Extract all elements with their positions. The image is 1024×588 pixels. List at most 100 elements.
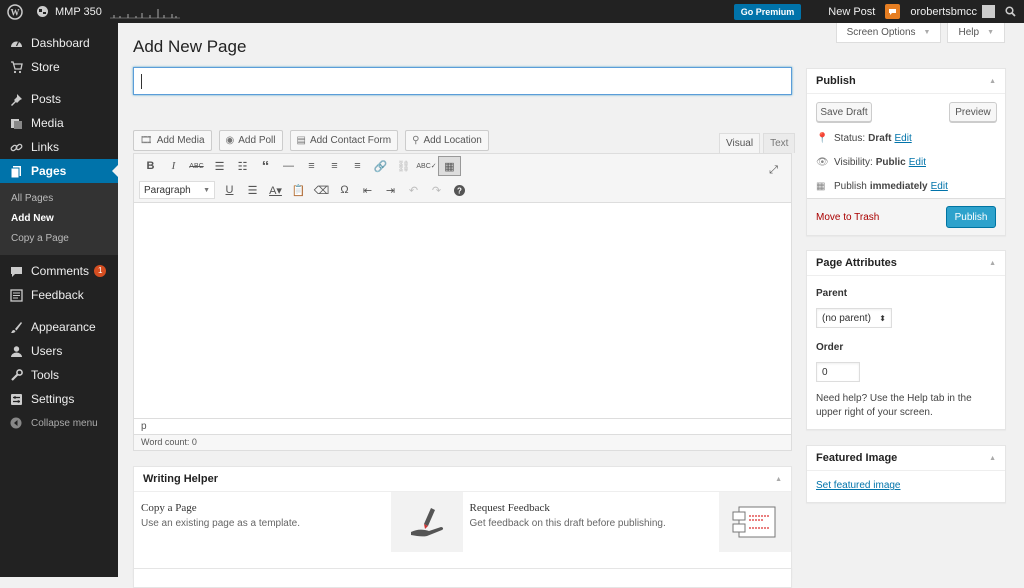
editor-body[interactable]: [134, 203, 791, 418]
add-poll-button[interactable]: ◉ Add Poll: [218, 130, 283, 151]
go-premium-button[interactable]: Go Premium: [733, 3, 802, 20]
publish-actions: Move to Trash Publish: [807, 198, 1005, 235]
collapse-toggle-icon[interactable]: ▲: [989, 78, 996, 85]
svg-text:W: W: [11, 7, 20, 17]
sidebar-item-feedback[interactable]: Feedback: [0, 283, 118, 307]
sidebar-item-comments[interactable]: Comments 1: [0, 259, 118, 283]
sidebar-item-label: Dashboard: [31, 36, 90, 50]
writing-helper-header[interactable]: Writing Helper ▲: [134, 467, 791, 492]
fullscreen-expand-icon[interactable]: ⤢: [762, 160, 785, 180]
format-select[interactable]: Paragraph ▼: [139, 181, 215, 199]
align-center-icon[interactable]: ≡: [323, 156, 346, 176]
collapse-toggle-icon[interactable]: ▲: [989, 455, 996, 462]
sidebar-item-links[interactable]: Links: [0, 135, 118, 159]
horizontal-line-icon[interactable]: —: [277, 156, 300, 176]
publish-header[interactable]: Publish ▲: [807, 69, 1005, 94]
align-right-icon[interactable]: ≡: [346, 156, 369, 176]
sidebar-item-media[interactable]: Media: [0, 111, 118, 135]
post-title-input[interactable]: [133, 67, 792, 95]
collapse-menu-button[interactable]: Collapse menu: [0, 411, 118, 435]
pin-icon: 📍: [816, 132, 829, 144]
sidebar-item-label: Settings: [31, 392, 75, 406]
strikethrough-icon[interactable]: ABC: [185, 156, 208, 176]
move-to-trash-link[interactable]: Move to Trash: [816, 212, 879, 223]
text-color-icon[interactable]: A▾: [264, 180, 287, 200]
sidebar-item-dashboard[interactable]: Dashboard: [0, 31, 118, 55]
help-label: Help: [958, 27, 980, 38]
collapse-toggle-icon[interactable]: ▲: [989, 260, 996, 267]
parent-select[interactable]: (no parent) ⬍: [816, 308, 892, 328]
site-name-link[interactable]: MMP 350: [30, 0, 187, 23]
italic-icon[interactable]: I: [162, 156, 185, 176]
user-account-menu[interactable]: orobertsbmcc: [910, 0, 1005, 23]
copy-a-page-option[interactable]: Copy a Page Use an existing page as a te…: [134, 492, 463, 552]
paste-as-text-icon[interactable]: 📋: [287, 180, 310, 200]
submenu-copy-a-page[interactable]: Copy a Page: [0, 229, 118, 249]
notifications-icon[interactable]: [885, 4, 901, 19]
tab-text[interactable]: Text: [763, 133, 796, 153]
undo-icon[interactable]: ↶: [402, 180, 425, 200]
save-draft-button[interactable]: Save Draft: [816, 102, 872, 122]
new-post-link[interactable]: New Post: [821, 0, 885, 23]
bold-icon[interactable]: B: [139, 156, 162, 176]
add-media-button[interactable]: 🎞 Add Media: [133, 130, 212, 151]
sidebar-item-tools[interactable]: Tools: [0, 363, 118, 387]
clear-formatting-icon[interactable]: ⌫: [310, 180, 333, 200]
order-input[interactable]: [816, 362, 860, 382]
spellcheck-icon[interactable]: ABC✓: [415, 156, 438, 176]
help-tab[interactable]: Help ▼: [947, 23, 1005, 43]
visibility-label: Visibility:: [834, 156, 873, 168]
search-icon[interactable]: [1005, 0, 1024, 23]
unlink-icon[interactable]: ⛓: [392, 156, 415, 176]
outdent-icon[interactable]: ⇤: [356, 180, 379, 200]
request-feedback-option[interactable]: Request Feedback Get feedback on this dr…: [463, 492, 791, 552]
screen-options-tab[interactable]: Screen Options ▼: [835, 23, 942, 43]
next-postbox: [133, 568, 792, 588]
feedback-icon: [9, 288, 23, 302]
align-left-icon[interactable]: ≡: [300, 156, 323, 176]
status-label: Status:: [834, 132, 866, 144]
schedule-row: ▦ Publish immediately Edit: [807, 174, 1005, 198]
bulleted-list-icon[interactable]: ☰: [208, 156, 231, 176]
edit-visibility-link[interactable]: Edit: [909, 157, 926, 168]
indent-icon[interactable]: ⇥: [379, 180, 402, 200]
underline-icon[interactable]: U: [218, 180, 241, 200]
sidebar-item-appearance[interactable]: Appearance: [0, 315, 118, 339]
publish-box: Publish ▲ Save Draft Preview 📍 Status: Draf…: [806, 68, 1006, 236]
collapse-toggle-icon[interactable]: ▲: [775, 476, 782, 483]
redo-icon[interactable]: ↷: [425, 180, 448, 200]
submenu-add-new[interactable]: Add New: [0, 209, 118, 229]
edit-status-link[interactable]: Edit: [894, 133, 911, 144]
request-feedback-desc: Get feedback on this draft before publis…: [469, 518, 666, 529]
screen-options-label: Screen Options: [846, 27, 916, 38]
copy-a-page-desc: Use an existing page as a template.: [141, 518, 300, 529]
edit-schedule-link[interactable]: Edit: [931, 181, 948, 192]
sidebar-item-posts[interactable]: Posts: [0, 87, 118, 111]
page-attributes-header[interactable]: Page Attributes ▲: [807, 251, 1005, 276]
submenu-all-pages[interactable]: All Pages: [0, 189, 118, 209]
sidebar-item-users[interactable]: Users: [0, 339, 118, 363]
sidebar-item-store[interactable]: Store: [0, 55, 118, 79]
sidebar-item-label: Pages: [31, 164, 67, 178]
blockquote-icon[interactable]: “: [254, 156, 277, 176]
insert-link-icon[interactable]: 🔗: [369, 156, 392, 176]
sidebar-item-settings[interactable]: Settings: [0, 387, 118, 411]
publish-button[interactable]: Publish: [946, 206, 996, 228]
featured-image-header[interactable]: Featured Image ▲: [807, 446, 1005, 471]
wordpress-logo-icon[interactable]: W: [0, 0, 30, 23]
justify-icon[interactable]: ☰: [241, 180, 264, 200]
preview-button[interactable]: Preview: [949, 102, 997, 122]
special-character-icon[interactable]: Ω: [333, 180, 356, 200]
stats-sparkline-icon[interactable]: [109, 5, 180, 19]
toolbar-toggle-icon[interactable]: ▦: [438, 156, 461, 176]
screen-meta-tabs: Screen Options ▼ Help ▼: [830, 23, 1005, 43]
numbered-list-icon[interactable]: ☷: [231, 156, 254, 176]
keyboard-shortcuts-help-icon[interactable]: ?: [448, 180, 471, 200]
set-featured-image-link[interactable]: Set featured image: [816, 480, 901, 491]
page-attributes-box: Page Attributes ▲ Parent (no parent) ⬍ Ord…: [806, 250, 1006, 430]
add-contact-form-button[interactable]: ▤ Add Contact Form: [289, 130, 399, 151]
tab-visual[interactable]: Visual: [719, 133, 761, 153]
add-location-button[interactable]: ⚲ Add Location: [405, 130, 489, 151]
sidebar-item-label: Appearance: [31, 320, 96, 334]
sidebar-item-pages[interactable]: Pages: [0, 159, 118, 183]
